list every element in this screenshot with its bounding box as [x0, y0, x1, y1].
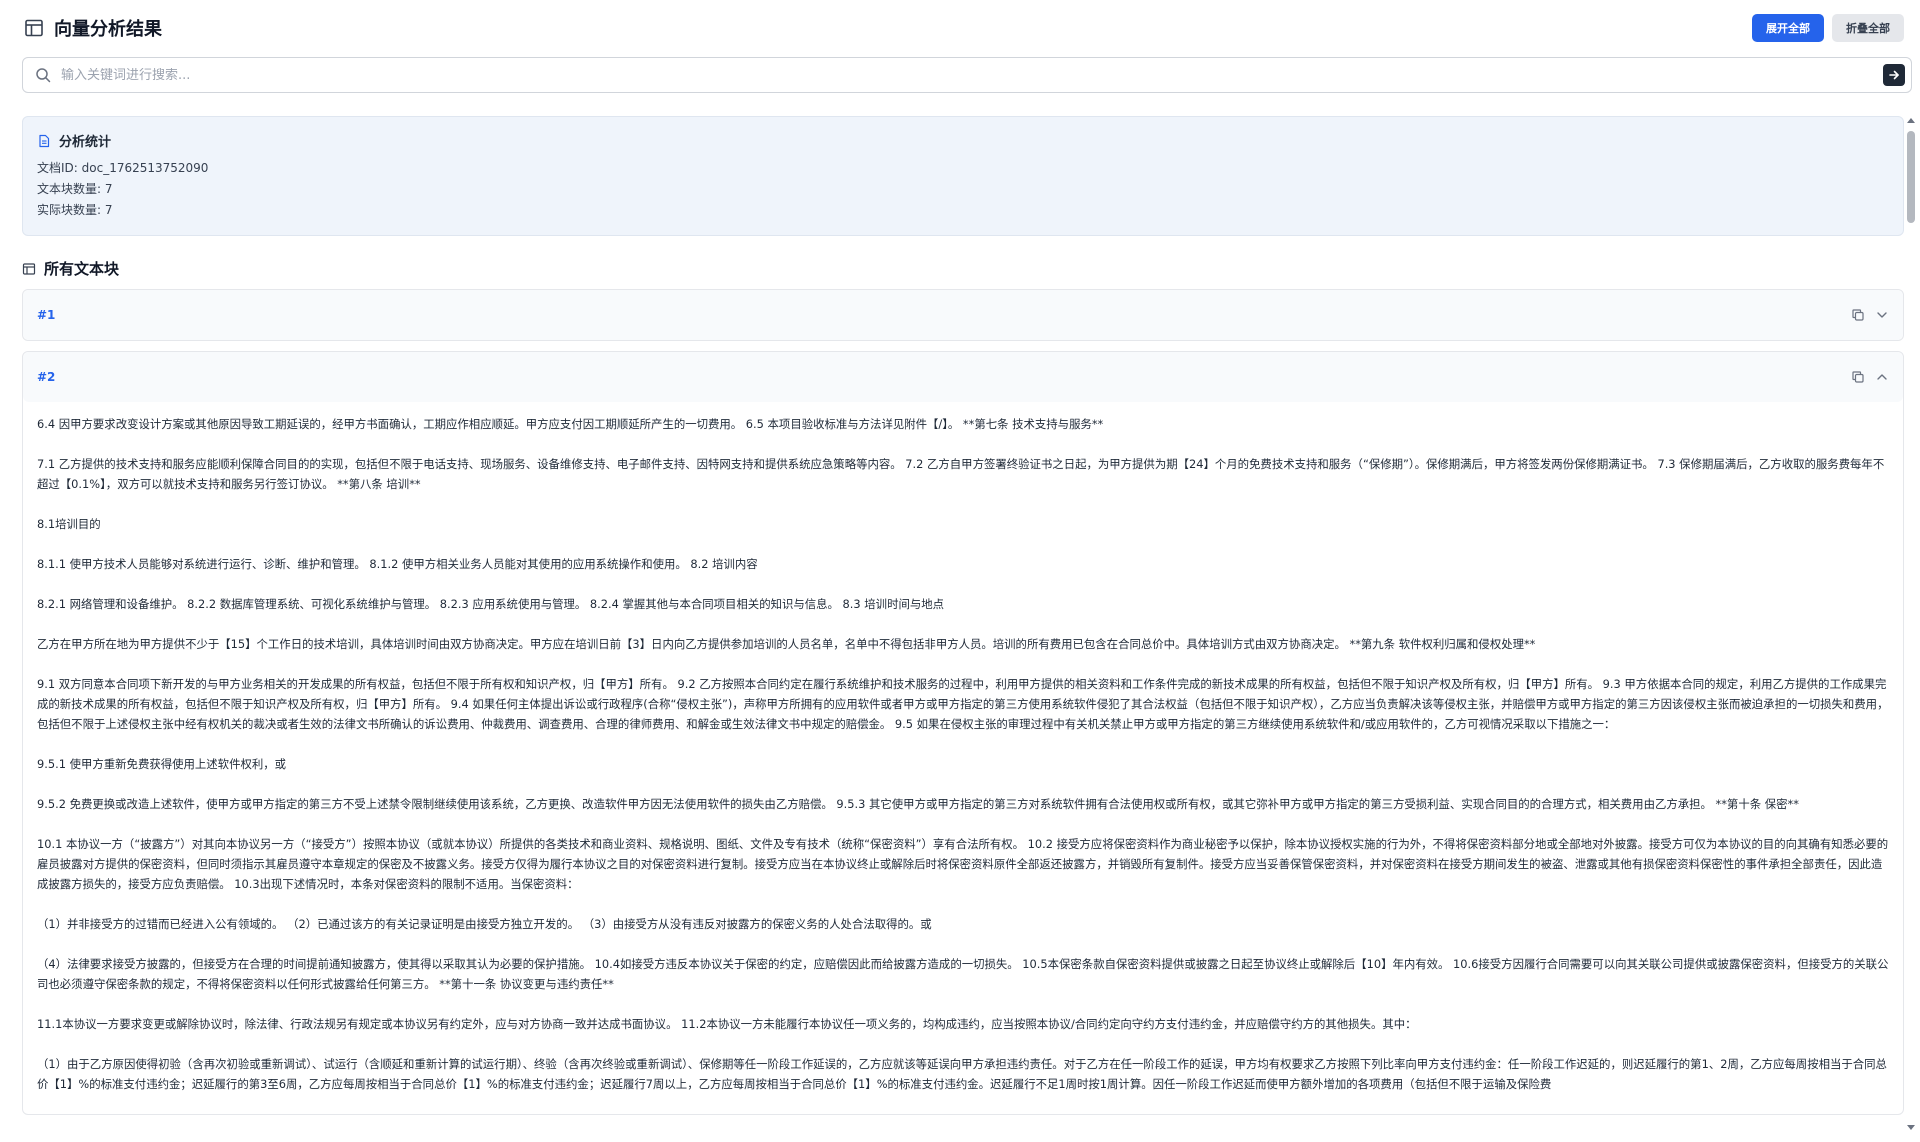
stats-title: 分析统计: [59, 135, 112, 150]
chunk-content: 6.4 因甲方要求改变设计方案或其他原因导致工期延误的，经甲方书面确认，工期应作…: [23, 402, 1903, 1094]
chevron-up-icon[interactable]: [1875, 370, 1889, 384]
vector-analysis-page: 向量分析结果 展开全部 折叠全部 输入关键词进行搜索... 分析统计 文档ID:…: [0, 0, 1920, 1142]
chunk-paragraph: （1）并非接受方的过错而已经进入公有领域的。 （2）已通过该方的有关记录证明是由…: [37, 917, 932, 931]
search-input[interactable]: [61, 67, 1883, 83]
analysis-stats-panel: 分析统计 文档ID: doc_1762513752090 文本块数量: 7 实际…: [22, 116, 1904, 236]
chunk-paragraph: （1）由于乙方原因使得初验（含再次初验或重新调试）、试运行（含顺延和重新计算的试…: [37, 1057, 1887, 1091]
scroll-up-arrow[interactable]: [1907, 118, 1915, 123]
chevron-down-icon[interactable]: [1875, 308, 1889, 322]
stats-doc-id: 文档ID: doc_1762513752090: [37, 161, 209, 175]
chunk-paragraph: （4）法律要求接受方披露的，但接受方在合理的时间提前通知披露方，使其得以采取其认…: [37, 957, 1889, 991]
arrow-right-icon: [1889, 70, 1899, 80]
chunk-paragraph: 10.1 本协议一方（“披露方”）对其向本协议另一方（“接受方”）按照本协议（或…: [37, 837, 1889, 891]
search-submit-button[interactable]: [1883, 64, 1905, 86]
collapse-all-button[interactable]: 折叠全部: [1832, 14, 1904, 42]
search-icon: [36, 68, 51, 83]
chunk-header[interactable]: #2: [23, 352, 1903, 402]
header: 向量分析结果 展开全部 折叠全部: [24, 12, 1904, 44]
table-icon: [22, 262, 36, 275]
stats-chunk-count: 文本块数量: 7: [37, 182, 113, 196]
search-bar: [22, 57, 1912, 93]
scrollbar-thumb[interactable]: [1907, 131, 1915, 223]
copy-icon[interactable]: [1851, 308, 1865, 322]
chunk-paragraph: 8.1.1 使甲方技术人员能够对系统进行运行、诊断、维护和管理。 8.1.2 使…: [37, 557, 758, 571]
scrollbar[interactable]: [1906, 116, 1916, 1132]
header-actions: 展开全部 折叠全部: [1752, 14, 1904, 42]
stats-actual-count: 实际块数量: 7: [37, 203, 113, 217]
chunk-header[interactable]: #1: [23, 290, 1903, 340]
section-title: 所有文本块: [44, 260, 120, 278]
section-header: 所有文本块: [22, 258, 1904, 279]
table-icon: [25, 19, 43, 37]
chunk-paragraph: 8.2.1 网络管理和设备维护。 8.2.2 数据库管理系统、可视化系统维护与管…: [37, 597, 945, 611]
page-title: 向量分析结果: [54, 19, 162, 40]
chunk-id: #1: [37, 308, 56, 322]
chunk-card: #1: [22, 289, 1904, 341]
document-icon: [39, 134, 50, 147]
chunk-paragraph: 6.4 因甲方要求改变设计方案或其他原因导致工期延误的，经甲方书面确认，工期应作…: [37, 417, 1104, 431]
chunk-paragraph: 乙方在甲方所在地为甲方提供不少于【15】个工作日的技术培训，具体培训时间由双方协…: [37, 637, 1536, 651]
copy-icon[interactable]: [1851, 370, 1865, 384]
chunk-id: #2: [37, 370, 56, 384]
chunk-paragraph: 9.5.2 免费更换或改造上述软件，使甲方或甲方指定的第三方不受上述禁令限制继续…: [37, 797, 1799, 811]
chunk-paragraph: 8.1培训目的: [37, 517, 101, 531]
chunk-paragraph: 11.1本协议一方要求变更或解除协议时，除法律、行政法规另有规定或本协议另有约定…: [37, 1017, 1417, 1031]
expand-all-button[interactable]: 展开全部: [1752, 14, 1824, 42]
chunk-card: #2 6.4 因甲方要求改变设计方案或其他原因导致工期延误的，经甲方书面确认，工…: [22, 351, 1904, 1115]
chunk-paragraph: 7.1 乙方提供的技术支持和服务应能顺利保障合同目的的实现，包括但不限于电话支持…: [37, 457, 1885, 491]
results-scroll-area[interactable]: 分析统计 文档ID: doc_1762513752090 文本块数量: 7 实际…: [22, 116, 1904, 1138]
chunk-paragraph: 9.1 双方同意本合同项下新开发的与甲方业务相关的开发成果的所有权益，包括但不限…: [37, 677, 1889, 731]
chunk-paragraph: 9.5.1 使甲方重新免费获得使用上述软件权利，或: [37, 757, 287, 771]
scroll-down-arrow[interactable]: [1907, 1125, 1915, 1130]
